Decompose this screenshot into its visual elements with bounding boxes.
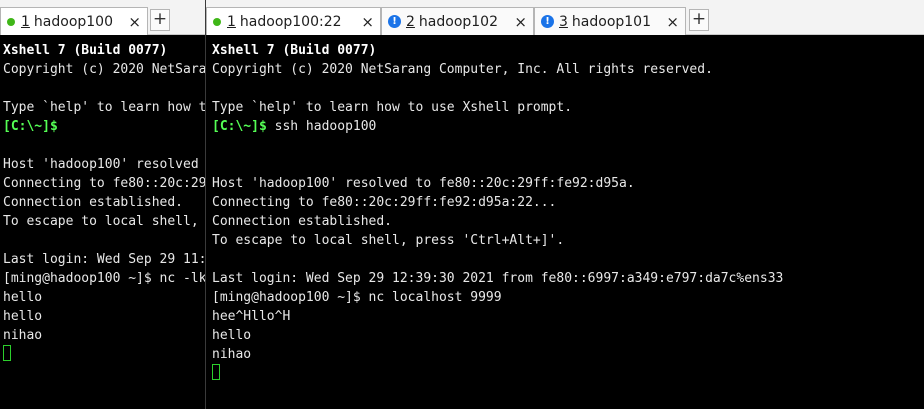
close-icon[interactable]: ×	[514, 13, 527, 31]
terminal-line: Copyright (c) 2020 NetSarang Computer, I…	[212, 60, 924, 79]
terminal-line: Xshell 7 (Build 0077)	[212, 41, 924, 60]
close-icon[interactable]: ×	[666, 13, 679, 31]
terminal-text: [ming@hadoop100 ~]$ nc localhost 9999	[212, 290, 502, 305]
tab-hadoop102[interactable]: ! 2 hadoop102 ×	[381, 7, 534, 35]
terminal-text: Connection established.	[212, 214, 393, 229]
terminal-text: Host 'hadoop100' resolved to fe80::20c:2…	[212, 176, 635, 191]
left-tab-bar: 1 hadoop100 × +	[0, 0, 205, 35]
terminal-line: hello	[212, 326, 924, 345]
terminal-line: Host 'hadoop100' resolved to fe80::20c:2…	[212, 174, 924, 193]
terminal-line: nihao	[3, 326, 205, 345]
tab-number: 3	[559, 13, 568, 30]
terminal-text: nihao	[3, 328, 43, 343]
cursor-line	[212, 364, 924, 383]
terminal-line: To escape to local shell, press 'Ctrl+Al…	[3, 212, 205, 231]
terminal-text: Connection established.	[3, 195, 184, 210]
disconnected-warning-icon: !	[388, 15, 401, 28]
terminal-line: Xshell 7 (Build 0077)	[3, 41, 205, 60]
left-terminal-pane[interactable]: 1 hadoop100 × + Xshell 7 (Build 0077) Cop…	[0, 0, 205, 409]
tab-hadoop100-22[interactable]: 1 hadoop100:22 ×	[206, 7, 381, 35]
terminal-line: Type `help' to learn how to use Xshell p…	[3, 98, 205, 117]
terminal-line: nihao	[212, 345, 924, 364]
terminal-cursor	[3, 345, 11, 361]
close-icon[interactable]: ×	[128, 13, 141, 31]
terminal-text: Connecting to fe80::20c:29ff:fe92:d95a:2…	[212, 195, 557, 210]
terminal-text: nihao	[212, 347, 252, 362]
terminal-line: Type `help' to learn how to use Xshell p…	[212, 98, 924, 117]
disconnected-warning-icon: !	[541, 15, 554, 28]
tab-title: hadoop101	[571, 13, 651, 30]
terminal-text: Type `help' to learn how to use Xshell p…	[3, 100, 205, 115]
tab-title: hadoop100	[33, 13, 113, 30]
terminal-line: hello	[3, 307, 205, 326]
terminal-text: Last login: Wed Sep 29 12:39:30 2021 fro…	[212, 271, 784, 286]
tab-hadoop100[interactable]: 1 hadoop100 ×	[0, 7, 148, 35]
right-tab-bar: 1 hadoop100:22 × ! 2 hadoop102 × ! 3 had…	[206, 0, 924, 35]
terminal-text: Xshell 7 (Build 0077)	[3, 43, 168, 58]
tab-number: 2	[406, 13, 415, 30]
terminal-line: hee^Hllo^H	[212, 307, 924, 326]
terminal-line: [ming@hadoop100 ~]$ nc -lk	[3, 269, 205, 288]
new-tab-button[interactable]: +	[150, 9, 170, 31]
terminal-text: Host 'hadoop100' resolved to fe80::20c:2…	[3, 157, 199, 172]
connected-status-icon	[213, 17, 221, 26]
terminal-line: [C:\~]$	[3, 117, 205, 136]
tab-title: hadoop100:22	[239, 13, 342, 30]
terminal-cursor	[212, 364, 220, 380]
terminal-output[interactable]: Xshell 7 (Build 0077) Copyright (c) 2020 …	[212, 41, 924, 409]
terminal-text: hello	[3, 309, 43, 324]
terminal-line: Host 'hadoop100' resolved to fe80::20c:2…	[3, 155, 205, 174]
terminal-text: Copyright (c) 2020 NetSarang Computer, I…	[212, 62, 713, 77]
terminal-line: Connection established.	[3, 193, 205, 212]
terminal-text: hello	[3, 290, 43, 305]
terminal-line: Connecting to fe80::20c:29ff:fe92:d95a:2…	[3, 174, 205, 193]
terminal-text: Type `help' to learn how to use Xshell p…	[212, 100, 573, 115]
tab-number: 1	[21, 13, 30, 30]
right-terminal-pane[interactable]: 1 hadoop100:22 × ! 2 hadoop102 × ! 3 had…	[205, 0, 924, 409]
terminal-line: Last login: Wed Sep 29 11:	[3, 250, 205, 269]
cursor-line	[3, 345, 205, 364]
tab-hadoop101[interactable]: ! 3 hadoop101 ×	[534, 7, 686, 35]
terminal-text: Connecting to fe80::20c:29ff:fe92:d95a:2…	[3, 176, 205, 191]
terminal-text: hee^Hllo^H	[212, 309, 291, 324]
tab-title: hadoop102	[418, 13, 498, 30]
connected-status-icon	[7, 17, 15, 26]
terminal-line: [ming@hadoop100 ~]$ nc localhost 9999	[212, 288, 924, 307]
terminal-text: To escape to local shell, press 'Ctrl+Al…	[3, 214, 199, 229]
terminal-line: [C:\~]$ ssh hadoop100	[212, 117, 924, 136]
local-prompt: [C:\~]$	[3, 119, 58, 134]
terminal-text: Xshell 7 (Build 0077)	[212, 43, 377, 58]
terminal-text: [ming@hadoop100 ~]$ nc -lk	[3, 271, 205, 286]
terminal-text: To escape to local shell, press 'Ctrl+Al…	[212, 233, 565, 248]
terminal-line: Connecting to fe80::20c:29ff:fe92:d95a:2…	[212, 193, 924, 212]
terminal-line: To escape to local shell, press 'Ctrl+Al…	[212, 231, 924, 250]
new-tab-button[interactable]: +	[689, 9, 709, 31]
terminal-line: hello	[3, 288, 205, 307]
terminal-line: Last login: Wed Sep 29 12:39:30 2021 fro…	[212, 269, 924, 288]
terminal-line: Copyright (c) 2020 NetSarang Computer, I…	[3, 60, 205, 79]
tab-number: 1	[227, 13, 236, 30]
terminal-text: Copyright (c) 2020 NetSarang Computer, I…	[3, 62, 205, 77]
terminal-text: hello	[212, 328, 252, 343]
terminal-line: Connection established.	[212, 212, 924, 231]
command-text: ssh hadoop100	[266, 119, 377, 134]
terminal-text: Last login: Wed Sep 29 11:	[3, 252, 205, 267]
local-prompt: [C:\~]$	[212, 119, 267, 134]
close-icon[interactable]: ×	[361, 13, 374, 31]
terminal-output[interactable]: Xshell 7 (Build 0077) Copyright (c) 2020 …	[3, 41, 205, 409]
